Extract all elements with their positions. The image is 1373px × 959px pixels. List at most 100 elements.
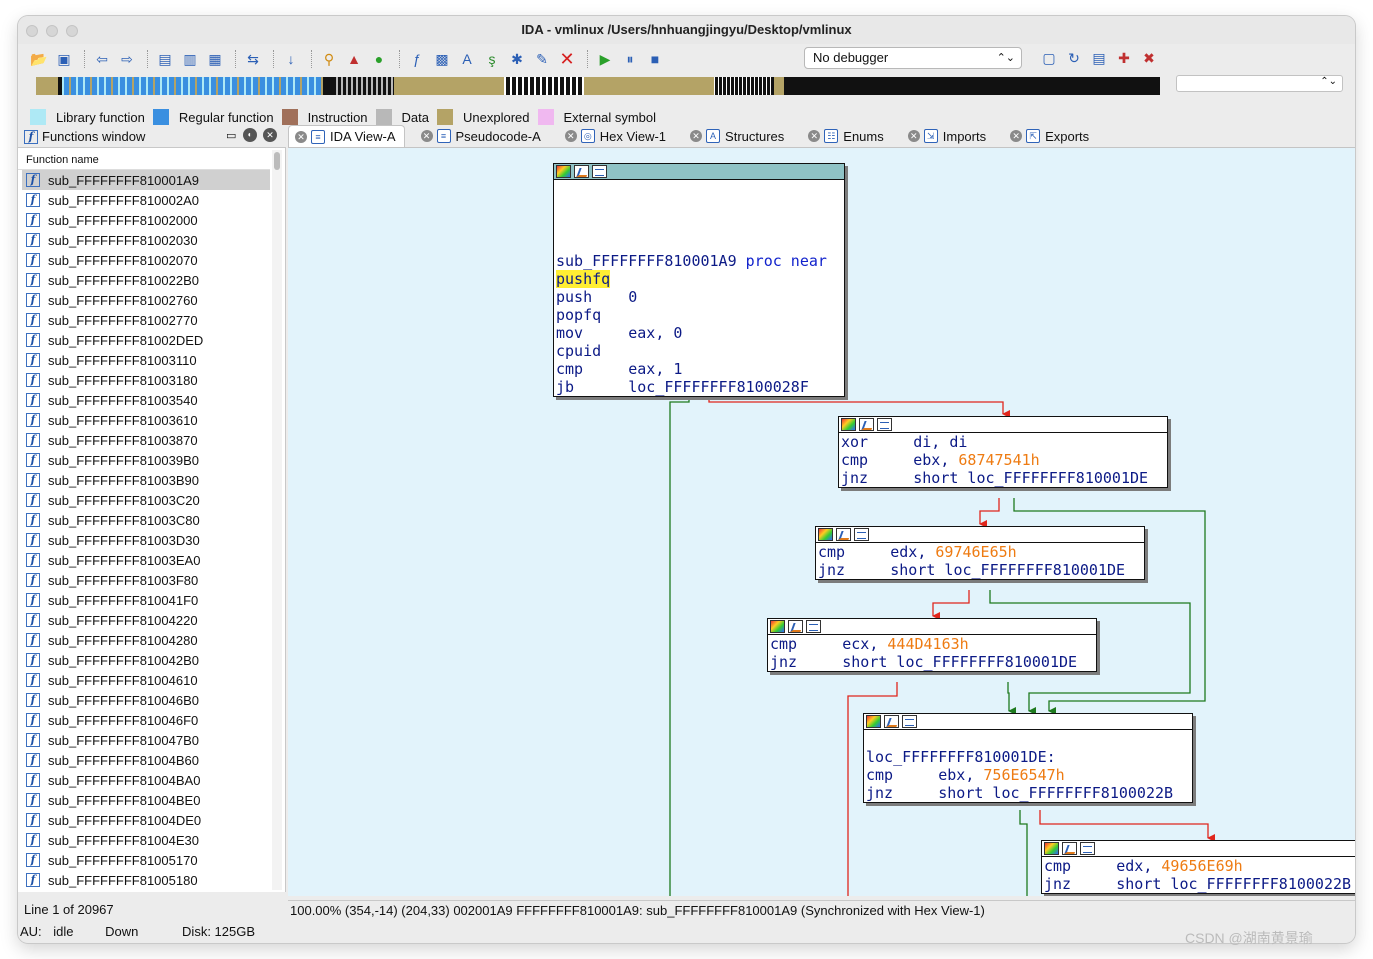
function-list-item[interactable]: f sub_FFFFFFFF810047B0 xyxy=(22,730,270,750)
close-tab-icon[interactable]: ✕ xyxy=(690,130,703,142)
function-list-item[interactable]: f sub_FFFFFFFF81004610 xyxy=(22,670,270,690)
asm-line[interactable]: jnz short loc_FFFFFFFF810001DE xyxy=(770,653,1096,671)
asm-line[interactable]: sub_FFFFFFFF810001A9 proc near xyxy=(556,252,844,270)
graph-view[interactable]: sub_FFFFFFFF810001A9 proc near pushfq push… xyxy=(288,147,1355,896)
text-icon[interactable]: ▥ xyxy=(179,48,201,70)
collapse-icon[interactable] xyxy=(854,528,869,541)
function-list-item[interactable]: f sub_FFFFFFFF810041F0 xyxy=(22,590,270,610)
minimize-window-button[interactable] xyxy=(46,25,58,37)
float-icon[interactable]: ▭ xyxy=(226,129,236,142)
function-list-item[interactable]: f sub_FFFFFFFF81002770 xyxy=(22,310,270,330)
restore-icon[interactable]: ◐ xyxy=(243,128,257,142)
function-list-item[interactable]: f sub_FFFFFFFF81002070 xyxy=(22,250,270,270)
asm-line[interactable]: cmp ebx, 68747541h xyxy=(841,451,1167,469)
color-icon[interactable] xyxy=(556,165,571,178)
function-list-item[interactable]: f sub_FFFFFFFF81004B60 xyxy=(22,750,270,770)
patch-icon[interactable]: ş xyxy=(481,48,503,70)
color-icon[interactable] xyxy=(866,715,881,728)
functions-vertical-scrollbar[interactable] xyxy=(272,150,282,890)
asm-line[interactable] xyxy=(556,198,844,216)
function-list-item[interactable]: f sub_FFFFFFFF81002DED xyxy=(22,330,270,350)
collapse-icon[interactable] xyxy=(877,418,892,431)
zoom-window-button[interactable] xyxy=(66,25,78,37)
color-icon[interactable] xyxy=(841,418,856,431)
function-list-item[interactable]: f sub_FFFFFFFF81004BA0 xyxy=(22,770,270,790)
tab-imports[interactable]: ✕ ⇲ Imports xyxy=(902,125,994,147)
save-icon[interactable]: ▣ xyxy=(53,48,75,70)
color-icon[interactable] xyxy=(818,528,833,541)
asm-line[interactable]: cmp edx, 69746E65h xyxy=(818,543,1144,561)
close-panel-icon[interactable]: ✕ xyxy=(263,128,277,142)
delete-breakpoint-icon[interactable]: ✖ xyxy=(1138,47,1160,69)
open-icon[interactable]: 📂 xyxy=(28,48,50,70)
graph-node[interactable]: loc_FFFFFFFF810001DE: cmp ebx, 756E6547h j… xyxy=(863,713,1193,803)
jump-down-icon[interactable]: ↓ xyxy=(280,48,302,70)
rename-icon[interactable] xyxy=(859,418,874,431)
close-tab-icon[interactable]: ✕ xyxy=(808,130,821,142)
collapse-icon[interactable] xyxy=(1080,842,1095,855)
stop-icon[interactable]: ✕ xyxy=(556,48,578,70)
function-list-item[interactable]: f sub_FFFFFFFF81003F80 xyxy=(22,570,270,590)
attach-icon[interactable]: ▢ xyxy=(1038,47,1060,69)
asm-line[interactable] xyxy=(556,234,844,252)
function-list-item[interactable]: f sub_FFFFFFFF810022B0 xyxy=(22,270,270,290)
navigation-band-combo[interactable]: ⌃⌄ xyxy=(1176,75,1343,92)
code-icon[interactable]: ▦ xyxy=(204,48,226,70)
pen-icon[interactable]: ✎ xyxy=(531,48,553,70)
asm-line[interactable]: cpuid xyxy=(556,342,844,360)
close-tab-icon[interactable]: ✕ xyxy=(1010,130,1023,142)
function-icon[interactable]: ƒ xyxy=(406,48,428,70)
asm-line[interactable]: cmp ecx, 444D4163h xyxy=(770,635,1096,653)
asm-line[interactable]: cmp edx, 49656E69h xyxy=(1044,857,1355,875)
run-icon[interactable]: ● xyxy=(368,48,390,70)
graph-node[interactable]: cmp edx, 69746E65h jnz short loc_FFFFFFFF… xyxy=(815,526,1145,580)
rename-icon[interactable] xyxy=(836,528,851,541)
graph-node[interactable]: cmp ecx, 444D4163h jnz short loc_FFFFFFFF… xyxy=(767,618,1097,672)
asm-line[interactable]: mov eax, 0 xyxy=(556,324,844,342)
function-list-item[interactable]: f sub_FFFFFFFF81005180 xyxy=(22,870,270,890)
function-list-item[interactable]: f sub_FFFFFFFF81004E30 xyxy=(22,830,270,850)
function-list-item[interactable]: f sub_FFFFFFFF81003870 xyxy=(22,430,270,450)
add-breakpoint-icon[interactable]: ✚ xyxy=(1113,47,1135,69)
pause-icon[interactable]: ⏸ xyxy=(619,48,641,70)
struct-icon[interactable]: ▩ xyxy=(431,48,453,70)
rename-icon[interactable] xyxy=(1062,842,1077,855)
function-list-item[interactable]: f sub_FFFFFFFF810002A0 xyxy=(22,190,270,210)
tab-pseudocode-a[interactable]: ✕ ≡ Pseudocode-A xyxy=(415,125,549,147)
close-tab-icon[interactable]: ✕ xyxy=(907,130,920,142)
rename-icon[interactable] xyxy=(788,620,803,633)
asm-line[interactable]: loc_FFFFFFFF810001DE: xyxy=(866,748,1192,766)
function-list-item[interactable]: f sub_FFFFFFFF81002030 xyxy=(22,230,270,250)
function-list-item[interactable]: f sub_FFFFFFFF81003C80 xyxy=(22,510,270,530)
edit-icon[interactable]: ✱ xyxy=(506,48,528,70)
search-icon[interactable]: ⚲ xyxy=(318,48,340,70)
function-list-item[interactable]: f sub_FFFFFFFF81004280 xyxy=(22,630,270,650)
function-list-item[interactable]: f sub_FFFFFFFF81003EA0 xyxy=(22,550,270,570)
function-list-item[interactable]: f sub_FFFFFFFF81003B90 xyxy=(22,470,270,490)
binary-icon[interactable]: ▤ xyxy=(154,48,176,70)
tab-exports[interactable]: ✕ ⇱ Exports xyxy=(1004,125,1097,147)
function-list-item[interactable]: f sub_FFFFFFFF81002000 xyxy=(22,210,270,230)
function-list-item[interactable]: f sub_FFFFFFFF81002760 xyxy=(22,290,270,310)
asm-line[interactable]: popfq xyxy=(556,306,844,324)
xref-icon[interactable]: A xyxy=(456,48,478,70)
tab-structures[interactable]: ✕ A Structures xyxy=(684,125,792,147)
function-list-item[interactable]: f sub_FFFFFFFF81003540 xyxy=(22,390,270,410)
rename-icon[interactable] xyxy=(884,715,899,728)
function-list-item[interactable]: f sub_FFFFFFFF810042B0 xyxy=(22,650,270,670)
tab-enums[interactable]: ✕ ☷ Enums xyxy=(802,125,891,147)
breakpoint-list-icon[interactable]: ▤ xyxy=(1088,47,1110,69)
asm-line[interactable]: xor di, di xyxy=(841,433,1167,451)
collapse-icon[interactable] xyxy=(806,620,821,633)
close-tab-icon[interactable]: ✕ xyxy=(564,130,577,142)
tab-ida-view-a[interactable]: ✕ ≡ IDA View-A xyxy=(288,125,405,147)
function-list-item[interactable]: f sub_FFFFFFFF81004DE0 xyxy=(22,810,270,830)
function-list-item[interactable]: f sub_FFFFFFFF810039B0 xyxy=(22,450,270,470)
asm-line[interactable]: jnz short loc_FFFFFFFF8100022B xyxy=(1044,875,1355,893)
play-icon[interactable]: ▶ xyxy=(594,48,616,70)
function-list-item[interactable]: f sub_FFFFFFFF810046F0 xyxy=(22,710,270,730)
asm-line[interactable] xyxy=(556,180,844,198)
collapse-icon[interactable] xyxy=(902,715,917,728)
close-tab-icon[interactable]: ✕ xyxy=(420,130,433,142)
function-list-item[interactable]: f sub_FFFFFFFF81005170 xyxy=(22,850,270,870)
